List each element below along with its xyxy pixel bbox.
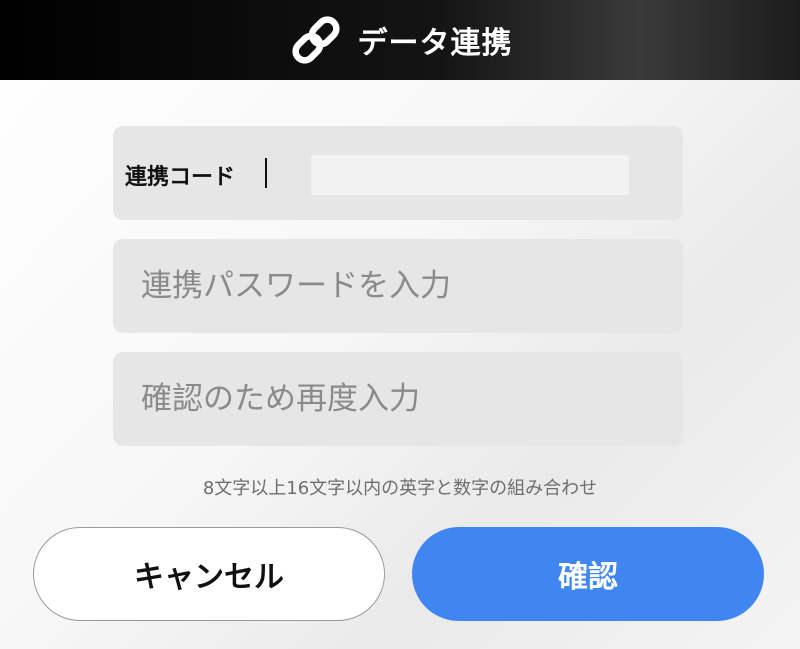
page-title: データ連携: [357, 26, 513, 61]
confirm-password-field[interactable]: [113, 352, 683, 446]
text-cursor: [265, 158, 267, 188]
link-icon: [288, 12, 344, 68]
password-hint: 8文字以上16文字以内の英字と数字の組み合わせ: [202, 478, 598, 499]
link-code-field[interactable]: 連携コード: [113, 126, 683, 220]
password-input[interactable]: [113, 239, 683, 333]
confirm-password-input[interactable]: [113, 352, 683, 446]
password-field[interactable]: [113, 239, 683, 333]
cancel-button[interactable]: キャンセル: [33, 527, 385, 621]
header-bar: データ連携: [0, 0, 800, 80]
header-content: データ連携: [288, 12, 513, 68]
link-code-input[interactable]: [311, 155, 629, 195]
confirm-button[interactable]: 確認: [412, 527, 764, 621]
link-code-label: 連携コード: [125, 165, 236, 190]
